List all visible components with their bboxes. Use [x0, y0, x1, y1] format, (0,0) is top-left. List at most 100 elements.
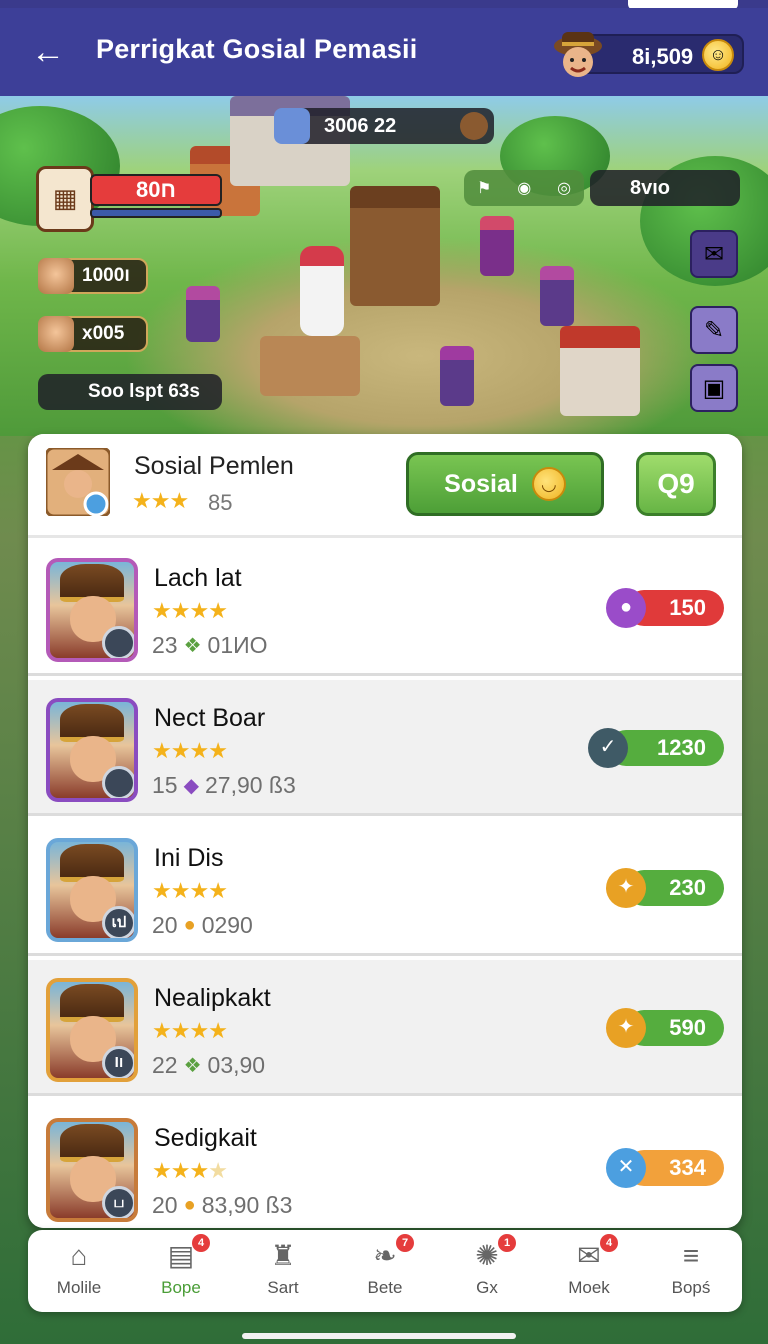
- rating-stars: ★★★★: [152, 878, 228, 903]
- value-text: 334: [669, 1155, 706, 1180]
- player-avatar-icon: [554, 32, 602, 77]
- npc-character-icon[interactable]: [480, 216, 514, 276]
- shield-icon: ◉: [517, 180, 532, 197]
- search-button[interactable]: Q9: [636, 452, 716, 516]
- player-face-icon: [38, 316, 74, 352]
- level-badge: ப: [102, 1186, 134, 1218]
- health-bar: 80ח: [90, 174, 222, 206]
- stat-a: 20: [152, 1192, 178, 1218]
- mail-icon[interactable]: ✉: [690, 230, 738, 278]
- nav-label: Molile: [56, 1278, 102, 1297]
- player-name: Nect Boar: [154, 704, 266, 732]
- player-row[interactable]: ப Sedigkait ★★★★ 20 ● 83,90 ß3 334 ✕: [28, 1100, 742, 1228]
- value-icon: ✓: [588, 728, 628, 768]
- game-scene[interactable]: 3006 22 ▦ 80ח ⚑ ◉ ◎ 8vıo 1000ו x005 Soo …: [0, 96, 768, 436]
- nav-item-document[interactable]: ▤ Bope 4: [130, 1230, 232, 1312]
- nav-label: Bope: [161, 1278, 201, 1297]
- gate-house-icon: [560, 326, 640, 416]
- npc-character-icon[interactable]: [540, 266, 574, 326]
- rating-stars: ★★★★: [152, 738, 228, 763]
- player-portrait: [46, 698, 138, 802]
- level-badge: Iו: [102, 1046, 134, 1078]
- nav-label: Sart: [267, 1278, 299, 1297]
- tool-icon[interactable]: ✎: [690, 306, 738, 354]
- resource-icon: ●: [183, 914, 196, 936]
- bag-icon: ♜: [270, 1240, 296, 1271]
- player-portrait: เป: [46, 838, 138, 942]
- player-stats: 20 ● 0290: [152, 912, 253, 939]
- gem-icon: [274, 108, 310, 144]
- top-counter-chip: 3006 22: [274, 108, 494, 144]
- value-icon: ●: [606, 588, 646, 628]
- mana-bar: [90, 208, 222, 218]
- social-button[interactable]: Sosial ◡: [406, 452, 604, 516]
- player-chip-value: x005: [82, 323, 125, 344]
- stat-b: 03,90: [207, 1052, 266, 1078]
- resource-icon: ●: [183, 1194, 196, 1216]
- value-text: 230: [669, 875, 706, 900]
- resource-icon: ◆: [183, 775, 199, 797]
- value-icon: ✦: [606, 1008, 646, 1048]
- wallet-display[interactable]: 8i,509 ☺: [554, 32, 744, 77]
- nav-item-bag[interactable]: ♜ Sart: [232, 1230, 334, 1312]
- platform-icon: [260, 336, 360, 396]
- nav-item-orb[interactable]: ✺ Gx 1: [436, 1230, 538, 1312]
- player-chip[interactable]: 1000ו: [38, 258, 148, 294]
- player-name: Ini Dis: [154, 844, 224, 872]
- nav-item-chat[interactable]: ✉ Moek 4: [538, 1230, 640, 1312]
- player-row[interactable]: Iו Nealipkakt ★★★★ 22 ❖ 03,90 590 ✦: [28, 960, 742, 1096]
- player-row[interactable]: Nect Boar ★★★★ 15 ◆ 27,90 ß3 1230 ✓: [28, 680, 742, 816]
- market-stall-icon: [350, 186, 440, 306]
- nav-label: Gx: [476, 1278, 498, 1297]
- nav-label: Moek: [568, 1278, 610, 1297]
- social-header: Sosial Pemlen ★★★ 85 Sosial ◡ Q9: [28, 434, 742, 538]
- top-bar: ← Perrigkat Gosial Pemasii 8i,509 ☺: [0, 8, 768, 96]
- value-icon: ✕: [606, 1148, 646, 1188]
- resource-icon: ❖: [183, 1055, 202, 1077]
- player-row[interactable]: เป Ini Dis ★★★★ 20 ● 0290 230 ✦: [28, 820, 742, 956]
- hero-character-icon[interactable]: [300, 246, 344, 336]
- npc-character-icon[interactable]: [186, 286, 220, 342]
- nav-item-menu[interactable]: ≡ Bopś: [640, 1230, 742, 1312]
- resource-icons[interactable]: ⚑ ◉ ◎: [464, 170, 584, 206]
- player-portrait: [46, 558, 138, 662]
- rating-stars: ★★★: [132, 488, 189, 513]
- social-header-score: 85: [208, 490, 233, 515]
- nav-label: Bete: [367, 1278, 403, 1297]
- social-header-name: Sosial Pemlen: [134, 452, 294, 480]
- bottom-nav: ⌂ Molile ▤ Bope 4 ♜ Sart ❧ Bete 7 ✺ Gx 1 ✉ Moek 4 ≡ Bopś: [28, 1230, 742, 1312]
- player-chip-value: 1000ו: [82, 265, 131, 286]
- back-arrow-icon[interactable]: ←: [28, 32, 68, 72]
- header-portrait-icon: [46, 448, 110, 516]
- player-stats: 15 ◆ 27,90 ß3: [152, 772, 296, 799]
- player-row[interactable]: Lach lat ★★★★ 23 ❖ 01ИО 150 ●: [28, 540, 742, 676]
- coin-icon: ☺: [702, 39, 734, 71]
- chest-icon[interactable]: ▣: [690, 364, 738, 412]
- player-stats: 22 ❖ 03,90: [152, 1052, 265, 1079]
- rating-stars: ★★★★: [152, 1018, 228, 1043]
- player-face-icon: [38, 258, 74, 294]
- player-stats: 20 ● 83,90 ß3: [152, 1192, 292, 1219]
- stat-a: 15: [152, 772, 178, 798]
- stat-a: 23: [152, 632, 178, 658]
- player-name: Sedigkait: [154, 1124, 257, 1152]
- player-name: Nealipkakt: [154, 984, 271, 1012]
- nav-item-home[interactable]: ⌂ Molile: [28, 1230, 130, 1312]
- rating-stars: ★★★★: [152, 598, 228, 623]
- smile-icon: ◡: [531, 467, 566, 501]
- npc-character-icon[interactable]: [440, 346, 474, 406]
- rating-stars: ★★★★: [152, 1158, 228, 1183]
- nav-item-leaf[interactable]: ❧ Bete 7: [334, 1230, 436, 1312]
- value-icon: ✦: [606, 868, 646, 908]
- player-chip[interactable]: x005: [38, 316, 148, 352]
- wallet-amount: 8i,509: [632, 44, 694, 69]
- level-badge: [102, 626, 134, 658]
- player-portrait: ப: [46, 1118, 138, 1222]
- coin-icon: ◎: [557, 180, 572, 197]
- social-list-panel: Sosial Pemlen ★★★ 85 Sosial ◡ Q9 Lach la…: [28, 434, 742, 1228]
- player-stats: 23 ❖ 01ИО: [152, 632, 268, 659]
- building-card-icon[interactable]: ▦: [36, 166, 94, 232]
- level-badge: เป: [102, 906, 134, 938]
- value-text: 590: [669, 1015, 706, 1040]
- home-icon: ⌂: [70, 1240, 88, 1271]
